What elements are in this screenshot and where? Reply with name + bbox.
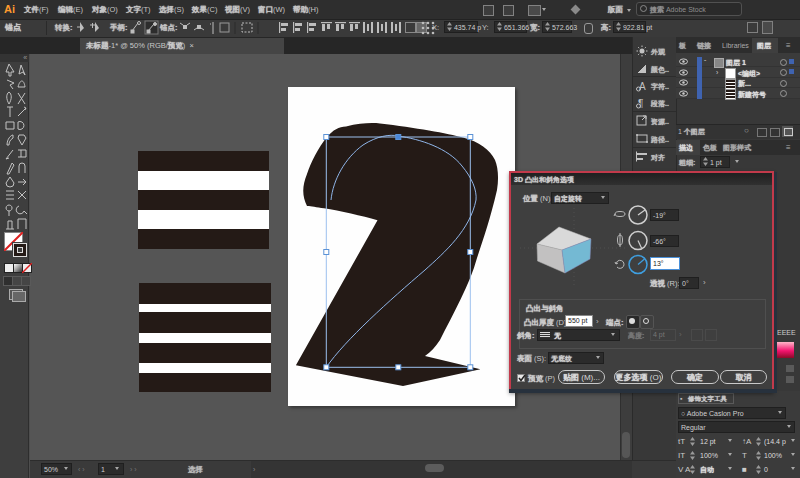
svg-text:¶: ¶ — [638, 98, 643, 109]
